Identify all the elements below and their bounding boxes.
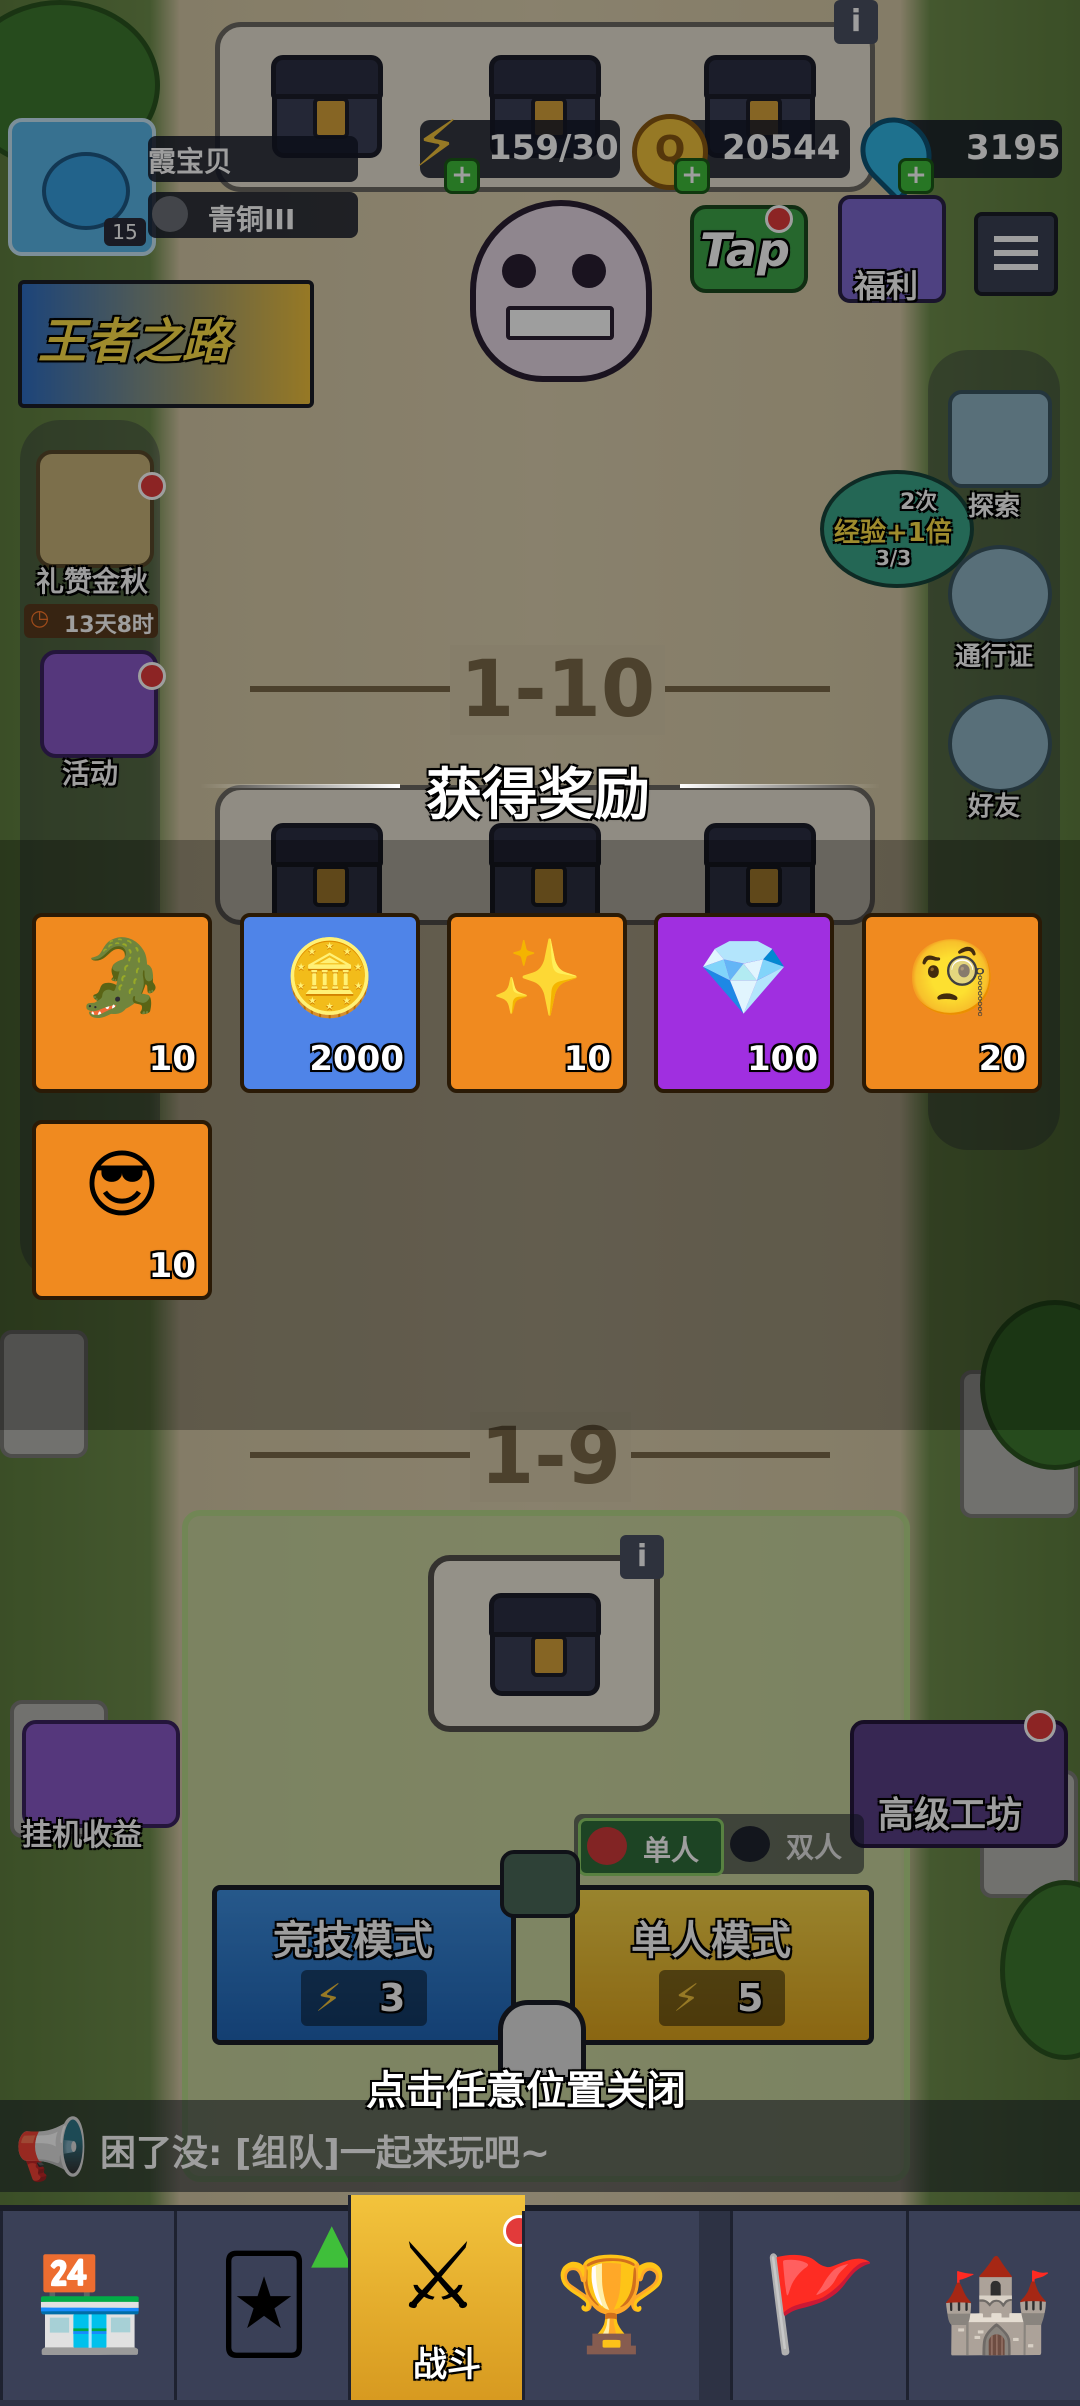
close-hint: 点击任意位置关闭 [366,2068,686,2114]
guild-banner-icon: 🚩 [762,2251,878,2358]
shop-icon: 🏪 [32,2251,148,2358]
reward-item[interactable]: 🐊 10 [32,913,212,1093]
reward-count: 20 [978,1039,1026,1079]
sunglasses-puzzle-icon: 😎 [83,1142,161,1228]
nav-battle[interactable]: ⚔ 战斗 [348,2195,535,2400]
nav-cards[interactable]: 🃏 ▲ [174,2211,353,2400]
reward-count: 100 [747,1039,818,1079]
upgrade-arrow-icon: ▲ [311,2211,353,2274]
blue-gems-icon: 💎 [697,935,791,1021]
reward-item[interactable]: 💎 100 [654,913,834,1093]
reward-item[interactable]: ✨ 10 [447,913,627,1093]
trophy-icon: 🏆 [554,2251,670,2358]
castle-icon: 🏰 [938,2251,1054,2358]
reward-count: 10 [148,1246,196,1286]
title-divider [680,784,880,788]
nav-shop[interactable]: 🏪 [0,2211,177,2400]
nav-guild[interactable]: 🚩 [730,2211,907,2400]
gold-coins-icon: 🪙 [283,935,377,1021]
nav-battle-label: 战斗 [413,2345,481,2385]
reward-item[interactable]: 🪙 2000 [240,913,420,1093]
reward-count: 10 [148,1039,196,1079]
title-divider [200,784,400,788]
reward-count: 10 [563,1039,611,1079]
crocodile-puzzle-icon: 🐊 [75,935,169,1021]
scholar-puzzle-icon: 🧐 [905,935,999,1021]
crossed-swords-icon: ⚔ [396,2223,480,2330]
reward-count: 2000 [309,1039,404,1079]
reward-item[interactable]: 😎 10 [32,1120,212,1300]
reward-item[interactable]: 🧐 20 [862,913,1042,1093]
nav-trophy[interactable]: 🏆 [522,2211,699,2400]
nav-castle[interactable]: 🏰 [906,2211,1080,2400]
reward-title: 获得奖励 [426,763,650,828]
gold-nuggets-icon: ✨ [490,935,584,1021]
